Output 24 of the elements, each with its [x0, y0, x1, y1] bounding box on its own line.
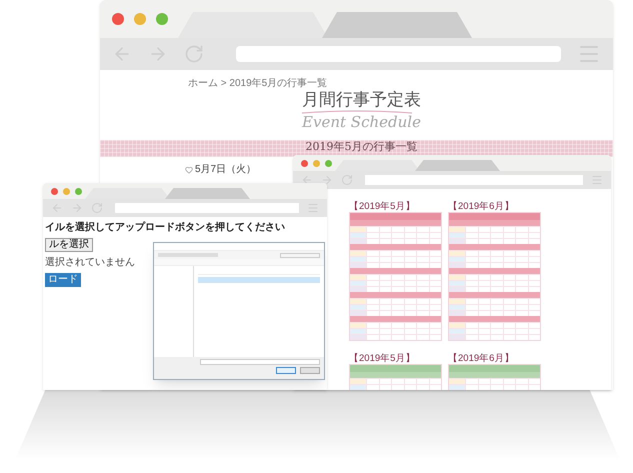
- banner-title: 2019年5月の行事一覧: [304, 141, 418, 153]
- month-label: 【2019年5月】: [349, 201, 416, 212]
- choose-file-button[interactable]: ルを選択: [45, 238, 93, 252]
- breadcrumb: ホーム > 2019年5月の行事一覧: [187, 76, 328, 90]
- browser-tab[interactable]: [85, 188, 170, 199]
- upload-button[interactable]: ロード: [45, 273, 81, 287]
- browser-tab[interactable]: [415, 160, 500, 171]
- browser-tab[interactable]: [165, 188, 250, 199]
- file-status: 選択されていません: [45, 256, 135, 270]
- month-label: 【2019年6月】: [448, 353, 516, 364]
- address-bar[interactable]: [115, 203, 299, 213]
- page-title: 月間行事予定表: [301, 90, 421, 110]
- instruction-text: イルを選択してアップロードボタンを押してください: [45, 220, 285, 235]
- month-label: 【2019年5月】: [349, 353, 416, 364]
- browser-tab[interactable]: [335, 160, 420, 171]
- month-label: 【2019年6月】: [448, 201, 516, 212]
- address-bar[interactable]: [365, 175, 583, 185]
- browser-tab[interactable]: [322, 12, 472, 38]
- heart-icon: [185, 166, 193, 174]
- page-subtitle: Event Schedule: [300, 114, 421, 131]
- forward-icon[interactable]: [321, 174, 333, 186]
- back-icon[interactable]: [301, 174, 313, 186]
- address-bar[interactable]: [236, 46, 561, 62]
- event-date: 5月7日（火）: [195, 164, 256, 175]
